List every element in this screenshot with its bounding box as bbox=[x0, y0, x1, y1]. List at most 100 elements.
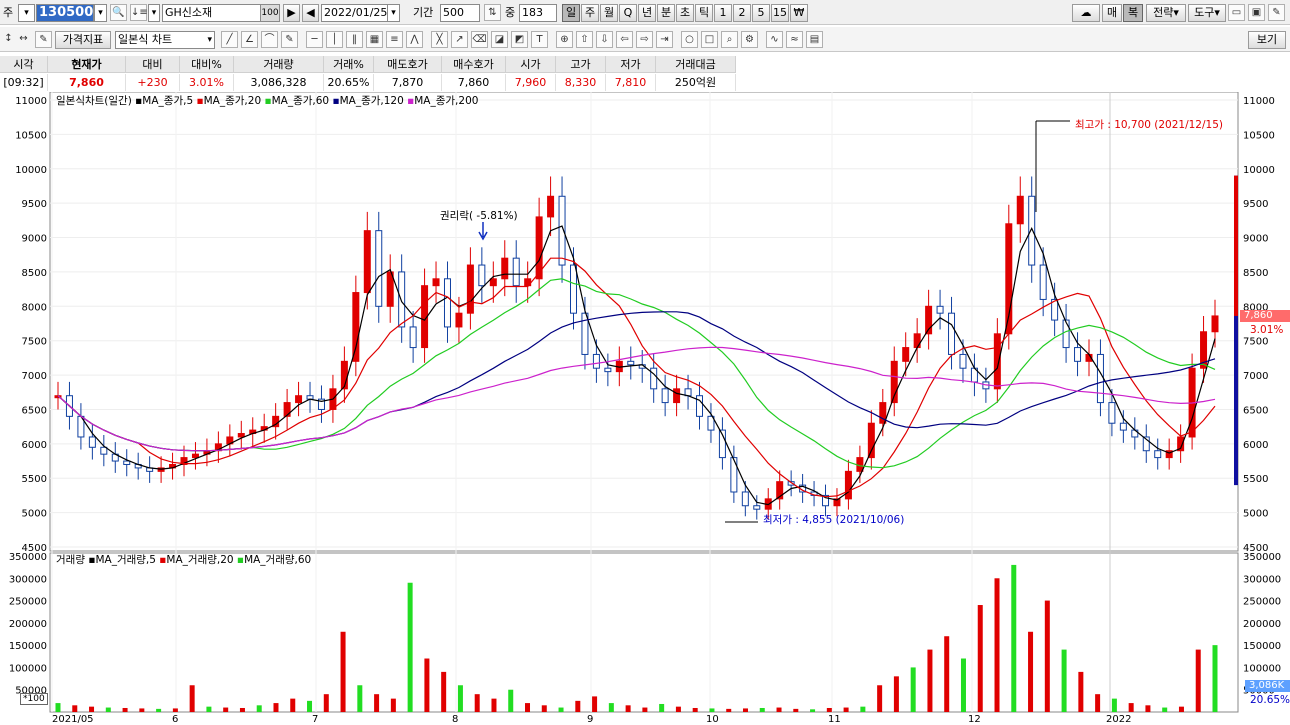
save-icon[interactable]: ▣ bbox=[1248, 4, 1265, 21]
cross-icon[interactable]: ╳ bbox=[431, 31, 448, 48]
volume-bar bbox=[1078, 671, 1084, 712]
magnify-icon[interactable]: ⌕ bbox=[721, 31, 738, 48]
price-tick-right: 6000 bbox=[1243, 440, 1268, 451]
stock-name-field[interactable]: GH신소재 bbox=[162, 4, 262, 22]
folder-icon[interactable]: ▭ bbox=[1228, 4, 1245, 21]
settings-icon[interactable]: ✎ bbox=[1268, 4, 1285, 21]
quote-header-4: 거래량 bbox=[234, 56, 324, 73]
search-icon[interactable]: 🔍 bbox=[110, 4, 127, 21]
volume-bar bbox=[89, 706, 95, 712]
volume-bar bbox=[608, 703, 614, 712]
volume-bar bbox=[1028, 631, 1034, 712]
period-button-1[interactable]: 주 bbox=[581, 4, 599, 22]
down-icon[interactable]: ⇩ bbox=[596, 31, 613, 48]
edit-icon[interactable]: ✎ bbox=[35, 31, 52, 48]
period-button-0[interactable]: 일 bbox=[562, 4, 580, 22]
volume-bar bbox=[525, 703, 531, 712]
date-dropdown-icon[interactable]: ▾ bbox=[387, 4, 400, 22]
tools-button[interactable]: 도구▾ bbox=[1188, 4, 1226, 22]
candle-body bbox=[592, 353, 600, 369]
left-icon[interactable]: ⇦ bbox=[616, 31, 633, 48]
period-button-9[interactable]: 2 bbox=[733, 4, 751, 22]
pen-icon[interactable]: ✎ bbox=[281, 31, 298, 48]
period-button-12[interactable]: ₩ bbox=[790, 4, 808, 22]
date-input[interactable]: 2022/01/25 bbox=[321, 4, 389, 22]
quote-value-4: 3,086,328 bbox=[234, 74, 324, 91]
stock-code-dropdown-icon[interactable]: ▾ bbox=[94, 4, 107, 22]
fan-icon[interactable]: ⋀ bbox=[406, 31, 423, 48]
trend2-icon[interactable]: ≈ bbox=[786, 31, 803, 48]
arc-icon[interactable]: ⌒ bbox=[261, 31, 278, 48]
line-icon[interactable]: ╱ bbox=[221, 31, 238, 48]
circle-icon[interactable]: ○ bbox=[681, 31, 698, 48]
strategy-button[interactable]: 전략▾ bbox=[1146, 4, 1186, 22]
sort-dropdown-icon[interactable]: ▾ bbox=[148, 4, 160, 22]
memo-icon[interactable]: ▤ bbox=[806, 31, 823, 48]
period-button-8[interactable]: 1 bbox=[714, 4, 732, 22]
period-button-7[interactable]: 틱 bbox=[695, 4, 713, 22]
volume-bar bbox=[843, 707, 849, 712]
color-icon[interactable]: ◪ bbox=[491, 31, 508, 48]
candle-body bbox=[730, 457, 738, 493]
quote-header-6: 매도호가 bbox=[374, 56, 442, 73]
market-type-dropdown[interactable]: ▾ bbox=[18, 4, 35, 22]
volume-tick-left: 350000 bbox=[9, 552, 47, 563]
wave-icon[interactable]: ∿ bbox=[766, 31, 783, 48]
prev-arrow-button[interactable]: ◀ bbox=[302, 4, 319, 22]
grid-icon[interactable]: ▦ bbox=[366, 31, 383, 48]
square-icon[interactable]: □ bbox=[701, 31, 718, 48]
weight-input[interactable]: 183 bbox=[519, 4, 557, 22]
candle-body bbox=[604, 367, 612, 373]
eraser-icon[interactable]: ⌫ bbox=[471, 31, 488, 48]
sort-icon[interactable]: ↓≡ bbox=[130, 4, 148, 21]
channel-icon[interactable]: ‖ bbox=[346, 31, 363, 48]
spin-icon[interactable]: ⇅ bbox=[484, 4, 501, 21]
volume-bar bbox=[709, 708, 715, 712]
stock-code-input[interactable]: 130500 bbox=[36, 4, 94, 22]
candle-body bbox=[948, 312, 956, 355]
settings-icon[interactable]: ⚙ bbox=[741, 31, 758, 48]
right-icon[interactable]: ⇨ bbox=[636, 31, 653, 48]
forward-icon[interactable]: ⇥ bbox=[656, 31, 673, 48]
volume-bar bbox=[1145, 705, 1151, 712]
paint-icon[interactable]: ◩ bbox=[511, 31, 528, 48]
quote-value-6: 7,870 bbox=[374, 74, 442, 91]
text-icon[interactable]: T bbox=[531, 31, 548, 48]
quote-header-3: 대비% bbox=[180, 56, 234, 73]
candle-body bbox=[352, 292, 360, 362]
period-button-11[interactable]: 15 bbox=[771, 4, 789, 22]
period-button-10[interactable]: 5 bbox=[752, 4, 770, 22]
horizontal-arrows-icon[interactable]: ↔ bbox=[15, 31, 32, 48]
cloud-icon[interactable]: ☁ bbox=[1072, 4, 1100, 22]
month-label: 6 bbox=[172, 714, 178, 725]
volume-bar bbox=[1011, 564, 1017, 712]
period-button-2[interactable]: 월 bbox=[600, 4, 618, 22]
view-button[interactable]: 보기 bbox=[1248, 31, 1286, 49]
fib-icon[interactable]: ≡ bbox=[386, 31, 403, 48]
volume-bar bbox=[239, 707, 245, 712]
angle-icon[interactable]: ∠ bbox=[241, 31, 258, 48]
indicator-button[interactable]: 가격지표 bbox=[55, 31, 111, 49]
vertical-line-icon[interactable]: │ bbox=[326, 31, 343, 48]
candle-body bbox=[191, 453, 199, 459]
quote-header-11: 거래대금 bbox=[656, 56, 736, 73]
period-button-6[interactable]: 초 bbox=[676, 4, 694, 22]
volume-ma-legend-swatch-1: ▪ bbox=[155, 554, 167, 566]
price-chart[interactable]: 11000 11000 10500 10500 10000 10000 9500 9500 90… bbox=[0, 92, 1290, 725]
next-arrow-button[interactable]: ▶ bbox=[283, 4, 300, 22]
multi-mode-button[interactable]: 복 bbox=[1123, 4, 1143, 22]
volume-tick-left: 300000 bbox=[9, 574, 47, 585]
single-mode-button[interactable]: 매 bbox=[1102, 4, 1122, 22]
month-label: 8 bbox=[452, 714, 458, 725]
period-button-5[interactable]: 분 bbox=[657, 4, 675, 22]
candle-body bbox=[844, 470, 852, 500]
trend-icon[interactable]: ↗ bbox=[451, 31, 468, 48]
zoom-icon[interactable]: ⊕ bbox=[556, 31, 573, 48]
period-button-4[interactable]: 년 bbox=[638, 4, 656, 22]
period-button-3[interactable]: Q bbox=[619, 4, 637, 22]
horizontal-line-icon[interactable]: ─ bbox=[306, 31, 323, 48]
up-icon[interactable]: ⇧ bbox=[576, 31, 593, 48]
chart-type-select[interactable]: 일본식 차트 ▾ bbox=[115, 31, 215, 49]
volume-bar bbox=[659, 703, 665, 712]
period-input[interactable]: 500 bbox=[440, 4, 480, 22]
